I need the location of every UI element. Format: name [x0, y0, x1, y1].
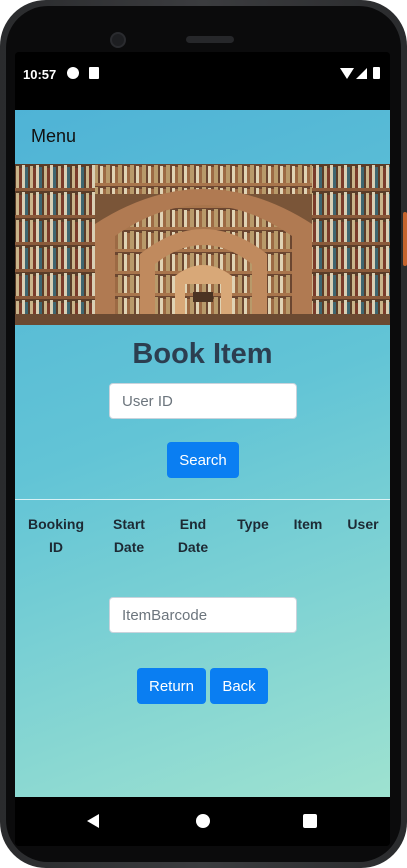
power-button	[403, 212, 407, 266]
home-icon[interactable]	[196, 814, 210, 828]
sd-card-icon	[89, 67, 99, 79]
header-line: Booking	[28, 516, 84, 532]
earpiece-speaker	[186, 36, 234, 43]
status-time: 10:57	[23, 67, 57, 82]
back-icon[interactable]	[87, 814, 99, 828]
item-barcode-input[interactable]	[109, 597, 297, 633]
column-header-type: Type	[229, 513, 277, 536]
wifi-icon	[340, 68, 354, 79]
book-item-page: Menu Book Item User ID Search Booking ID…	[15, 110, 390, 797]
recents-icon[interactable]	[303, 814, 317, 828]
column-header-user: User	[341, 513, 385, 536]
signal-icon	[356, 68, 367, 79]
column-header-start-date: Start Date	[101, 513, 157, 559]
screen: 10:57 Menu Book Item User ID Search Book…	[15, 52, 390, 846]
search-button[interactable]: Search	[167, 442, 239, 478]
return-button[interactable]: Return	[137, 668, 206, 704]
status-bar: 10:57	[15, 52, 390, 110]
header-line: Date	[177, 539, 209, 555]
column-header-booking-id: Booking ID	[21, 513, 91, 559]
header-line: Item	[293, 516, 323, 532]
menu-button[interactable]: Menu	[31, 126, 76, 147]
data-saver-icon	[67, 67, 79, 79]
header-line: Type	[237, 516, 269, 532]
phone-frame: 10:57 Menu Book Item User ID Search Book…	[0, 0, 407, 868]
header-line: Date	[113, 539, 145, 555]
battery-icon	[373, 67, 380, 79]
navigation-bar	[15, 797, 390, 846]
header-line: Start	[113, 516, 145, 532]
library-illustration	[15, 164, 390, 325]
header-line: ID	[49, 539, 63, 555]
column-header-item: Item	[287, 513, 329, 536]
front-camera	[110, 32, 126, 48]
back-button[interactable]: Back	[210, 668, 268, 704]
user-id-input[interactable]	[109, 383, 297, 419]
section-divider	[15, 499, 390, 500]
library-banner-image	[15, 164, 390, 325]
column-header-end-date: End Date	[167, 513, 219, 559]
page-title: Book Item	[132, 338, 273, 370]
header-line: User	[347, 516, 379, 532]
header-line: End	[179, 516, 207, 532]
